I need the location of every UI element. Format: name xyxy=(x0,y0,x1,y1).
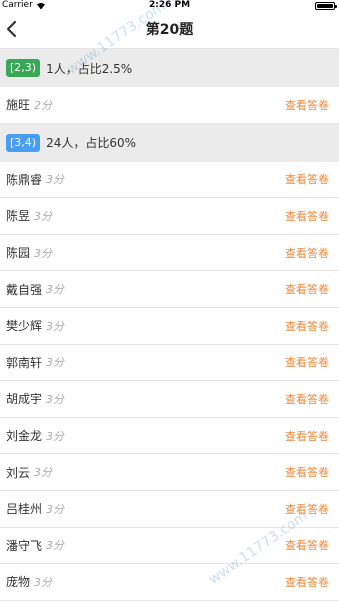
battery-icon xyxy=(315,2,337,10)
student-score: 3分 xyxy=(34,575,53,589)
score-range-header: [3,4) 24人，占比60% xyxy=(0,123,339,162)
view-answer-link[interactable]: 查看答卷 xyxy=(285,464,329,480)
view-answer-link[interactable]: 查看答卷 xyxy=(285,171,329,187)
view-answer-link[interactable]: 查看答卷 xyxy=(285,537,329,553)
view-answer-link[interactable]: 查看答卷 xyxy=(285,97,329,113)
student-score: 3分 xyxy=(46,356,65,370)
student-score: 3分 xyxy=(46,283,65,297)
student-row: 施旺 2分 查看答卷 xyxy=(0,87,339,124)
student-name: 陈鼎睿 xyxy=(6,172,43,187)
student-score: 3分 xyxy=(46,429,65,443)
view-answer-link[interactable]: 查看答卷 xyxy=(285,208,329,224)
student-name: 潘守飞 xyxy=(6,538,43,553)
status-time: 2:26 PM xyxy=(148,0,191,10)
score-range-summary: 24人，占比60% xyxy=(46,136,137,151)
student-row: 樊少辉 3分 查看答卷 xyxy=(0,307,339,345)
student-row: 陈鼎睿 3分 查看答卷 xyxy=(0,161,339,199)
student-name: 刘金龙 xyxy=(6,429,43,444)
student-row: 刘金龙 3分 查看答卷 xyxy=(0,417,339,455)
student-name: 施旺 xyxy=(6,98,31,113)
student-score: 3分 xyxy=(34,209,53,223)
student-score: 3分 xyxy=(46,539,65,553)
navigation-bar: 第20题 xyxy=(0,11,339,49)
score-range-header: [2,3) 1人，占比2.5% xyxy=(0,49,339,87)
score-range-badge: [2,3) xyxy=(6,59,41,77)
status-bar: Carrier 2:26 PM xyxy=(0,0,339,11)
student-score: 3分 xyxy=(34,246,53,260)
view-answer-link[interactable]: 查看答卷 xyxy=(285,391,329,407)
student-name: 戴自强 xyxy=(6,282,43,297)
student-name: 郭南轩 xyxy=(6,355,43,370)
view-answer-link[interactable]: 查看答卷 xyxy=(285,428,329,444)
view-answer-link[interactable]: 查看答卷 xyxy=(285,501,329,517)
student-row: 戴自强 3分 查看答卷 xyxy=(0,271,339,308)
student-row: 郭南轩 3分 查看答卷 xyxy=(0,344,339,382)
page-title: 第20题 xyxy=(145,22,194,38)
student-score: 2分 xyxy=(34,98,53,112)
view-answer-link[interactable]: 查看答卷 xyxy=(285,574,329,590)
student-row: 胡成宇 3分 查看答卷 xyxy=(0,381,339,418)
student-name: 陈昱 xyxy=(6,209,31,224)
student-row: 陈园 3分 查看答卷 xyxy=(0,234,339,272)
student-name: 胡成宇 xyxy=(6,392,43,407)
student-name: 庞物 xyxy=(6,575,31,590)
score-range-badge: [3,4) xyxy=(6,133,41,152)
student-score: 3分 xyxy=(46,319,65,333)
student-row: 吕桂州 3分 查看答卷 xyxy=(0,490,339,528)
student-name: 吕桂州 xyxy=(6,502,43,517)
view-answer-link[interactable]: 查看答卷 xyxy=(285,245,329,261)
answer-list: [2,3) 1人，占比2.5% 施旺 2分 查看答卷 [3,4) 24人，占比60% 陈鼎睿 3… xyxy=(0,49,339,601)
student-name: 刘云 xyxy=(6,465,31,480)
student-score: 3分 xyxy=(34,466,53,480)
student-row: 庞物 3分 查看答卷 xyxy=(0,564,339,601)
view-answer-link[interactable]: 查看答卷 xyxy=(285,281,329,297)
student-row: 潘守飞 3分 查看答卷 xyxy=(0,527,339,565)
student-row: 刘云 3分 查看答卷 xyxy=(0,454,339,491)
student-score: 3分 xyxy=(46,392,65,406)
student-name: 陈园 xyxy=(6,246,31,261)
view-answer-link[interactable]: 查看答卷 xyxy=(285,318,329,334)
student-row: 陈昱 3分 查看答卷 xyxy=(0,198,339,235)
view-answer-link[interactable]: 查看答卷 xyxy=(285,354,329,370)
student-name: 樊少辉 xyxy=(6,319,43,334)
student-score: 3分 xyxy=(46,502,65,516)
score-range-summary: 1人，占比2.5% xyxy=(46,61,133,76)
student-score: 3分 xyxy=(46,173,65,187)
